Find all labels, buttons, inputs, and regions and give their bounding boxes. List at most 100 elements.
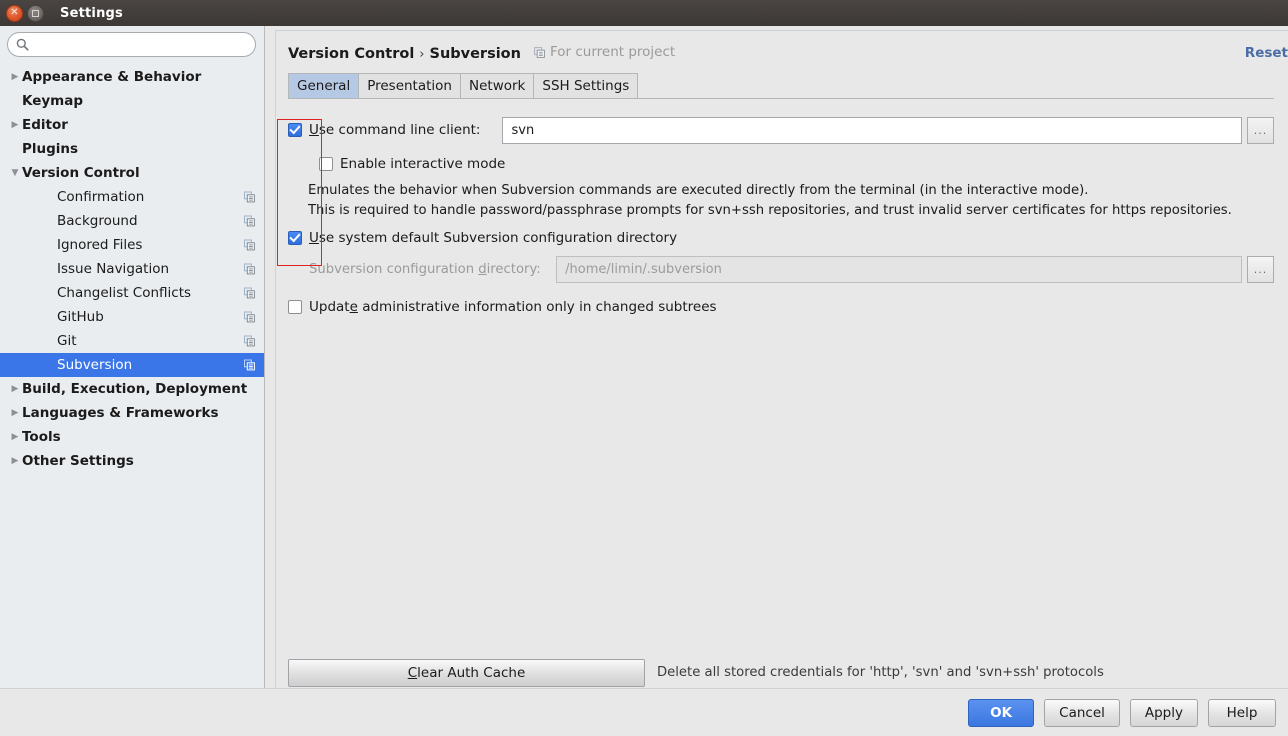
button-label: Cancel [1059,704,1105,721]
settings-panel: Version Control › Subversion For current… [275,30,1288,688]
sidebar-item-label: Languages & Frameworks [22,405,219,421]
tab-label: Presentation [367,77,452,94]
use-command-line-row: Use command line client: svn ... [288,116,1274,144]
chevron-right-icon[interactable]: ▶ [8,384,22,394]
help-button[interactable]: Help [1208,698,1276,727]
chevron-right-icon[interactable]: ▶ [8,408,22,418]
cancel-button[interactable]: Cancel [1044,698,1120,727]
interactive-mode-description: Emulates the behavior when Subversion co… [308,181,1274,221]
project-scope-label: For current project [534,44,675,60]
config-directory-input: /home/limin/.subversion [556,255,1242,283]
project-scope-icon [534,46,545,58]
sidebar-item-issue-navigation[interactable]: Issue Navigation [0,257,264,281]
sidebar-item-appearance-behavior[interactable]: ▶ Appearance & Behavior [0,65,264,89]
command-line-client-input[interactable]: svn [502,116,1242,144]
reset-link[interactable]: Reset [1245,45,1288,61]
sidebar-item-changelist-conflicts[interactable]: Changelist Conflicts [0,281,264,305]
sidebar-item-label: Git [57,333,77,349]
sidebar-item-label: Subversion [57,357,133,373]
sidebar-item-label: GitHub [57,309,104,325]
sidebar-item-label: Plugins [22,141,79,157]
settings-tree: ▶ Appearance & Behavior Keymap ▶ Editor Plugi… [0,63,264,473]
sidebar-item-label: Appearance & Behavior [22,69,202,85]
sidebar-item-subversion[interactable]: Subversion [0,353,264,377]
dialog-footer: OK Cancel Apply Help [0,688,1288,736]
breadcrumb-separator: › [419,46,425,62]
tab-label: SSH Settings [542,77,630,94]
sidebar-item-label: Build, Execution, Deployment [22,381,248,397]
window-titlebar: ✕ Settings [0,0,1288,26]
project-config-icon [244,239,255,251]
chevron-right-icon[interactable]: ▶ [8,120,22,130]
update-admin-info-checkbox[interactable] [288,299,302,314]
use-system-default-checkbox[interactable] [288,230,302,245]
chevron-right-icon[interactable]: ▶ [8,72,22,82]
sidebar-item-ignored-files[interactable]: Ignored Files [0,233,264,257]
general-tab-form: Use command line client: svn ... Enable … [288,99,1274,687]
project-config-icon [244,215,255,227]
sidebar-item-editor[interactable]: ▶ Editor [0,113,264,137]
sidebar-item-build-execution-deployment[interactable]: ▶ Build, Execution, Deployment [0,377,264,401]
chevron-right-icon[interactable]: ▶ [8,432,22,442]
button-label: OK [990,704,1013,721]
sidebar-item-background[interactable]: Background [0,209,264,233]
project-config-icon [244,311,255,323]
search-input[interactable] [33,36,233,53]
sidebar-item-label: Changelist Conflicts [57,285,192,301]
enable-interactive-row: Enable interactive mode [319,156,1274,172]
sidebar-item-label: Other Settings [22,453,134,469]
chevron-right-icon[interactable]: ▶ [8,456,22,466]
use-system-default-row: Use system default Subversion configurat… [288,230,1274,246]
tab-presentation[interactable]: Presentation [358,72,461,98]
search-icon [16,38,29,51]
sidebar-item-github[interactable]: GitHub [0,305,264,329]
project-config-icon [244,191,255,203]
maximize-icon[interactable] [27,4,44,22]
sidebar-item-label: Tools [22,429,61,445]
breadcrumb-leaf: Subversion [429,45,521,62]
dialog-body: ▶ Appearance & Behavior Keymap ▶ Editor Plugi… [0,26,1288,688]
tab-label: General [297,77,351,94]
sidebar-item-label: Confirmation [57,189,145,205]
sidebar-item-confirmation[interactable]: Confirmation [0,185,264,209]
sidebar-item-plugins[interactable]: Plugins [0,137,264,161]
tab-ssh-settings[interactable]: SSH Settings [533,72,639,98]
sidebar-item-tools[interactable]: ▶ Tools [0,425,264,449]
settings-sidebar: ▶ Appearance & Behavior Keymap ▶ Editor Plugi… [0,26,265,688]
tab-label: Network [469,77,526,94]
sidebar-item-keymap[interactable]: Keymap [0,89,264,113]
search-box[interactable] [7,32,256,57]
enable-interactive-checkbox[interactable] [319,156,333,171]
sidebar-item-label: Version Control [22,165,140,181]
sidebar-item-label: Ignored Files [57,237,143,253]
apply-button[interactable]: Apply [1129,698,1198,727]
command-line-browse-button[interactable]: ... [1247,116,1274,144]
chevron-down-icon[interactable]: ▼ [8,168,22,178]
update-admin-info-row: Update administrative information only i… [288,299,1274,315]
clear-auth-cache-description: Delete all stored credentials for 'http'… [657,664,1104,680]
project-config-icon [244,287,255,299]
sidebar-item-git[interactable]: Git [0,329,264,353]
sidebar-item-version-control[interactable]: ▼ Version Control [0,161,264,185]
tab-network[interactable]: Network [460,72,535,98]
use-command-line-label: Use command line client: [309,122,481,138]
sidebar-item-other-settings[interactable]: ▶ Other Settings [0,449,264,473]
close-icon[interactable]: ✕ [6,4,23,22]
sidebar-item-languages-frameworks[interactable]: ▶ Languages & Frameworks [0,401,264,425]
breadcrumb: Version Control › Subversion For current… [288,31,1274,62]
window-title: Settings [60,5,123,21]
command-line-client-value: svn [511,122,535,138]
tab-general[interactable]: General [288,72,360,98]
search-container [0,26,264,63]
breadcrumb-root[interactable]: Version Control [288,46,414,62]
clear-auth-cache-label: Clear Auth Cache [407,664,526,681]
clear-auth-cache-button[interactable]: Clear Auth Cache [288,658,645,687]
use-system-default-label: Use system default Subversion configurat… [309,229,678,246]
description-line-1: Emulates the behavior when Subversion co… [308,182,1089,198]
clear-auth-cache-row: Clear Auth Cache Delete all stored crede… [288,658,1104,687]
project-config-icon [244,359,255,371]
use-command-line-checkbox[interactable] [288,123,302,137]
sidebar-item-label: Editor [22,117,68,133]
ok-button[interactable]: OK [968,698,1035,727]
config-directory-browse-button: ... [1247,255,1274,283]
